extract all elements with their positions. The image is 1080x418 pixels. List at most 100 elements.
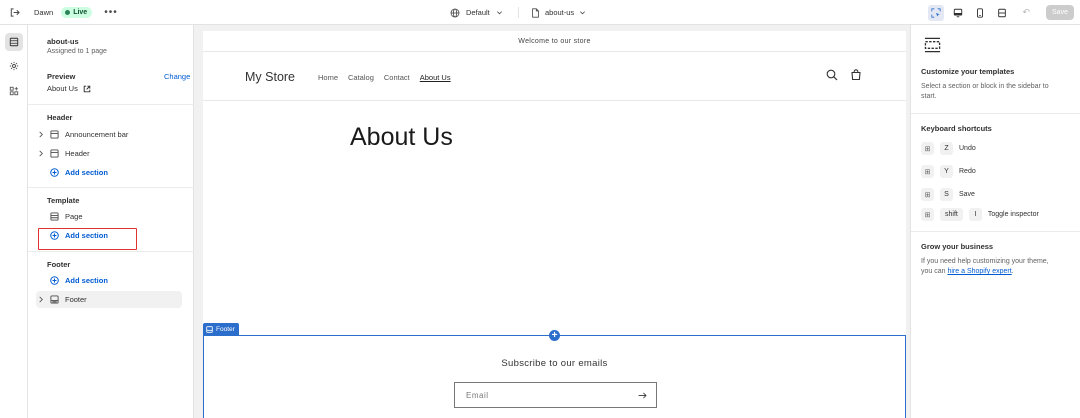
external-link-icon [83,85,91,92]
insert-section-plus-icon[interactable]: + [549,330,560,341]
command-key-icon: ⊞ [921,165,934,178]
inspector-panel: Customize your templates Select a sectio… [910,25,1080,418]
cart-icon[interactable] [850,69,862,81]
command-key-icon: ⊞ [921,208,934,221]
shortcut-key: Y [940,165,953,178]
chevron-down-icon [496,11,502,15]
store-header[interactable]: My Store Home Catalog Contact About Us [203,52,906,101]
sections-nav-button[interactable] [5,33,23,51]
footer-section-icon [47,295,61,304]
page-label: about-us [545,8,575,17]
globe-icon [450,8,460,17]
undo-icon[interactable]: ↶ [1022,7,1030,18]
app-embeds-nav-button[interactable] [5,82,23,100]
announcement-bar[interactable]: Welcome to our store [203,31,906,52]
annotation-highlight-box [38,228,137,250]
shortcut-label: Toggle inspector [987,211,1039,218]
fullscreen-view-button[interactable] [994,5,1010,21]
preview-label: Preview [47,72,76,81]
fullscreen-icon [998,8,1007,17]
theme-settings-nav-button[interactable] [5,57,23,75]
page-selector[interactable]: about-us [531,0,586,25]
customize-text: Select a section or block in the sidebar… [921,83,1049,100]
chevron-down-icon [580,11,586,15]
change-preview-link[interactable]: Change [164,72,190,81]
subscribe-heading: Subscribe to our emails [501,358,608,369]
section-item-header[interactable]: Header [36,145,182,162]
page-title: About Us [350,123,453,151]
assigned-count: Assigned to 1 page [47,48,107,55]
chevron-right-icon[interactable] [36,296,46,303]
shortcut-key: Z [940,142,953,155]
shortcut-key: S [940,188,953,201]
preview-page-label: About Us [47,84,78,93]
grow-text-end: . [1011,268,1014,275]
icon-rail [0,25,28,418]
section-item-footer[interactable]: Footer [36,291,182,308]
add-section-label: Add section [65,168,108,177]
sidebar-divider [28,104,194,105]
footer-section-tag[interactable]: Footer [203,323,239,335]
sidebar-divider [28,187,194,188]
template-selector[interactable]: Default [450,0,503,25]
plus-circle-icon [47,168,61,177]
desktop-icon [954,8,963,17]
exit-icon [10,7,20,17]
search-icon[interactable] [826,69,838,81]
gear-icon [9,61,19,71]
live-dot-icon [65,9,71,15]
exit-button[interactable] [0,0,28,25]
add-section-label: Add section [65,276,108,285]
inspector-icon [931,7,942,18]
shortcut-key-shift: shift [940,208,963,221]
theme-name: Dawn [34,7,54,17]
sections-icon [9,37,19,47]
shortcut-undo: ⊞ Z Undo [921,142,976,155]
shortcut-label: Redo [959,168,976,175]
shortcut-label: Save [959,191,975,198]
page-name: about-us [47,37,79,46]
email-input[interactable]: Email [454,382,657,408]
mobile-view-button[interactable] [972,5,988,21]
preview-page-link[interactable]: About Us [47,84,91,93]
add-section-footer-button[interactable]: Add section [36,272,182,289]
shortcut-save: ⊞ S Save [921,188,975,201]
topbar-tools: ↶ Save [928,3,1074,22]
panel-divider [911,231,1080,232]
desktop-view-button[interactable] [950,5,966,21]
top-bar: Dawn Live ••• Default about-us ↶ Save [0,0,1080,25]
section-item-announcement-bar[interactable]: Announcement bar [36,126,182,143]
template-label: Default [466,8,490,17]
chevron-right-icon[interactable] [36,150,46,157]
nav-link-about-us[interactable]: About Us [420,73,451,82]
section-label: Announcement bar [65,130,129,139]
arrow-right-icon[interactable] [638,392,647,399]
section-item-page[interactable]: Page [36,208,182,225]
select-block-icon [924,37,941,53]
inspector-toggle-button[interactable] [928,4,945,21]
more-actions-button[interactable]: ••• [104,7,118,18]
nav-link-home[interactable]: Home [318,73,338,82]
grow-title: Grow your business [921,242,994,251]
save-button[interactable]: Save [1046,5,1074,20]
sections-sidebar: about-us Assigned to 1 page Preview Chan… [28,25,194,418]
topbar-divider [518,7,519,18]
nav-link-catalog[interactable]: Catalog [348,73,374,82]
customize-title: Customize your templates [921,67,1015,76]
email-placeholder: Email [466,390,489,400]
chevron-right-icon[interactable] [36,131,46,138]
shortcut-redo: ⊞ Y Redo [921,165,976,178]
store-logo[interactable]: My Store [245,70,295,84]
section-icon [47,130,61,139]
header-icons [826,69,862,81]
nav-link-contact[interactable]: Contact [384,73,410,82]
add-section-header-button[interactable]: Add section [36,164,182,181]
hire-expert-link[interactable]: hire a Shopify expert [947,268,1011,275]
footer-section-preview[interactable]: Subscribe to our emails Email [203,335,906,418]
panel-divider [911,113,1080,114]
status-badge: Live [61,6,93,18]
section-icon [47,212,61,221]
footer-group-title: Footer [47,260,71,269]
store-nav: Home Catalog Contact About Us [318,73,451,82]
mobile-icon [977,7,984,18]
